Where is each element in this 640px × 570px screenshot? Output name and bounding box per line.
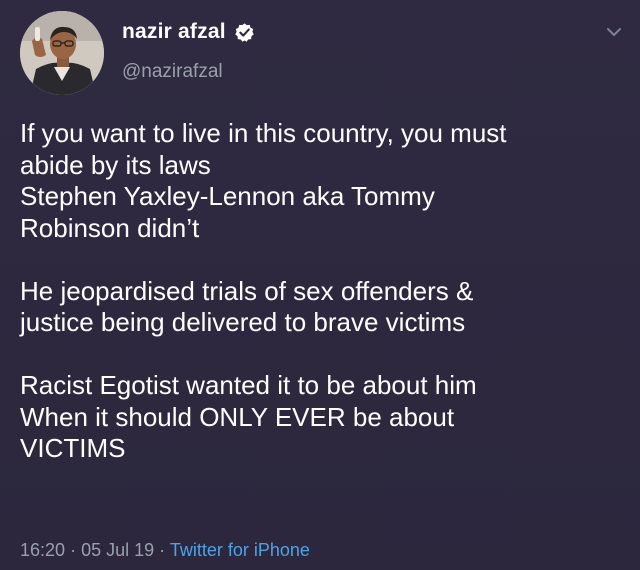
tweet-line: Robinson didn’t xyxy=(20,212,200,243)
tweet-paragraph: Racist Egotist wanted it to be about him… xyxy=(20,370,625,465)
tweet-line: abide by its laws xyxy=(20,149,211,180)
tweet-line: Stephen Yaxley-Lennon aka Tommy xyxy=(20,181,435,211)
author-display-name[interactable]: nazir afzal xyxy=(122,20,226,44)
verified-badge-icon xyxy=(234,22,255,43)
tweet-line: If you want to live in this country, you… xyxy=(20,118,507,148)
tweet-line: He jeopardised trials of sex offenders & xyxy=(20,275,474,306)
tweet-paragraph: If you want to live in this country, you… xyxy=(20,118,625,244)
tweet-line: When it should ONLY EVER be about xyxy=(20,401,455,432)
tweet-paragraph: He jeopardised trials of sex offenders &… xyxy=(20,276,625,339)
tweet-source-link[interactable]: Twitter for iPhone xyxy=(170,540,310,560)
meta-separator: · xyxy=(159,540,166,560)
meta-separator: · xyxy=(70,540,77,560)
tweet-date[interactable]: 05 Jul 19 xyxy=(81,540,154,560)
tweet-meta: 16:20 · 05 Jul 19 · Twitter for iPhone xyxy=(20,540,310,561)
tweet-line: VICTIMS xyxy=(20,433,126,463)
chevron-down-icon[interactable] xyxy=(606,25,622,37)
tweet-text: If you want to live in this country, you… xyxy=(20,118,625,465)
tweet-line: Racist Egotist wanted it to be about him xyxy=(20,370,477,400)
author-handle[interactable]: @nazirafzal xyxy=(122,61,223,83)
avatar-image xyxy=(20,11,104,95)
tweet-card: nazir afzal @nazirafzal If you want to l… xyxy=(0,0,640,570)
avatar[interactable] xyxy=(20,11,104,95)
author-name-row[interactable]: nazir afzal xyxy=(122,20,255,44)
tweet-line: justice being delivered to brave victims xyxy=(20,307,466,337)
tweet-time[interactable]: 16:20 xyxy=(20,540,65,560)
